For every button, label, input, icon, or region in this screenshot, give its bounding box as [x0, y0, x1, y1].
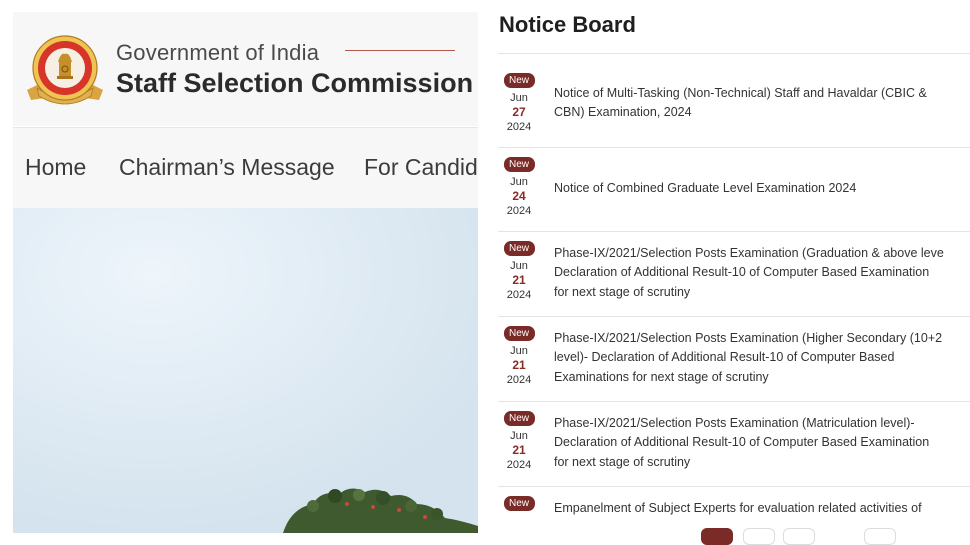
pagination-page-button[interactable]	[864, 528, 896, 545]
notice-year: 2024	[506, 374, 532, 386]
notice-link[interactable]: Phase-IX/2021/Selection Posts Examinatio…	[554, 329, 970, 387]
new-badge: New	[503, 73, 535, 88]
notice-item[interactable]: New Jun 21 2024 Phase-IX/2021/Selection …	[498, 232, 970, 317]
notice-year: 2024	[506, 205, 532, 217]
notice-line: Declaration of Additional Result-10 of C…	[554, 435, 930, 450]
notice-date: New	[502, 491, 536, 514]
notice-day: 24	[512, 189, 526, 203]
notice-date: New Jun 24 2024	[502, 152, 536, 219]
notice-link[interactable]: Empanelment of Subject Experts for evalu…	[554, 499, 970, 518]
hero-tree-illustration	[13, 208, 478, 533]
notice-date: New Jun 21 2024	[502, 406, 536, 473]
bottom-strip	[0, 533, 478, 545]
notice-year: 2024	[506, 289, 532, 301]
notice-board-title: Notice Board	[499, 12, 636, 37]
notice-link[interactable]: Notice of Combined Graduate Level Examin…	[554, 179, 970, 198]
notice-item[interactable]: New Jun 24 2024 Notice of Combined Gradu…	[498, 148, 970, 232]
notice-board-pane: Notice Board New Jun 27 2024 Notice of M…	[478, 0, 970, 545]
notice-line: Phase-IX/2021/Selection Posts Examinatio…	[554, 331, 943, 345]
notice-day: 21	[512, 443, 526, 457]
new-badge: New	[503, 411, 535, 426]
notice-link[interactable]: Phase-IX/2021/Selection Posts Examinatio…	[554, 414, 970, 472]
notice-board-divider	[498, 53, 970, 54]
notice-line: Empanelment of Subject Experts for evalu…	[554, 501, 922, 515]
nav-chairmans-message-link[interactable]: Chairman’s Message	[119, 154, 335, 181]
notice-date: New Jun 21 2024	[502, 236, 536, 303]
notice-day: 27	[512, 105, 526, 119]
notice-date: New Jun 27 2024	[502, 68, 536, 135]
new-badge: New	[503, 241, 535, 256]
notice-item[interactable]: New Empanelment of Subject Experts for e…	[498, 487, 970, 545]
main-navigation: Home Chairman’s Message For Candid	[13, 127, 478, 209]
notice-day: 21	[512, 358, 526, 372]
nav-for-candidates-link[interactable]: For Candid	[364, 154, 478, 181]
notice-date: New Jun 21 2024	[502, 321, 536, 388]
notice-item[interactable]: New Jun 21 2024 Phase-IX/2021/Selection …	[498, 317, 970, 402]
ssc-website-pane: Government of India Staff Selection Comm…	[0, 0, 478, 545]
notice-line: Declaration of Additional Result-10 of C…	[554, 265, 930, 280]
hero-banner-image	[13, 208, 478, 533]
notice-month: Jun	[510, 430, 528, 442]
notice-year: 2024	[506, 459, 532, 471]
new-badge: New	[503, 326, 535, 341]
notice-line: Notice of Combined Graduate Level Examin…	[554, 181, 857, 195]
pagination-page-button[interactable]	[743, 528, 775, 545]
notice-month: Jun	[510, 345, 528, 357]
notice-line: CBN) Examination, 2024	[554, 105, 692, 120]
notice-link[interactable]: Phase-IX/2021/Selection Posts Examinatio…	[554, 244, 970, 302]
nav-home-link[interactable]: Home	[25, 154, 86, 181]
notice-link[interactable]: Notice of Multi-Tasking (Non-Technical) …	[554, 84, 970, 123]
notice-line: Examinations for next stage of scrutiny	[554, 369, 769, 384]
organisation-title[interactable]: Staff Selection Commission	[116, 68, 473, 99]
notice-line: for next stage of scrutiny	[554, 454, 691, 469]
top-strip	[0, 0, 478, 12]
notice-line: for next stage of scrutiny	[554, 284, 691, 299]
notice-line: level)- Declaration of Additional Result…	[554, 350, 895, 365]
notice-line: Notice of Multi-Tasking (Non-Technical) …	[554, 86, 927, 100]
notice-month: Jun	[510, 92, 528, 104]
notice-month: Jun	[510, 176, 528, 188]
new-badge: New	[503, 157, 535, 172]
ssc-emblem-icon[interactable]	[25, 32, 105, 112]
pagination-active-page[interactable]	[701, 528, 733, 545]
header-accent-rule	[345, 50, 455, 51]
notice-day: 21	[512, 273, 526, 287]
notice-month: Jun	[510, 260, 528, 272]
notice-item[interactable]: New Jun 21 2024 Phase-IX/2021/Selection …	[498, 402, 970, 487]
notice-year: 2024	[506, 121, 532, 133]
notice-line: Phase-IX/2021/Selection Posts Examinatio…	[554, 246, 944, 260]
notice-line: Phase-IX/2021/Selection Posts Examinatio…	[554, 416, 915, 430]
new-badge: New	[503, 496, 535, 511]
pagination-page-button[interactable]	[783, 528, 815, 545]
notice-item[interactable]: New Jun 27 2024 Notice of Multi-Tasking …	[498, 64, 970, 148]
government-of-india-label: Government of India	[116, 40, 320, 65]
site-header: Government of India Staff Selection Comm…	[13, 12, 478, 126]
